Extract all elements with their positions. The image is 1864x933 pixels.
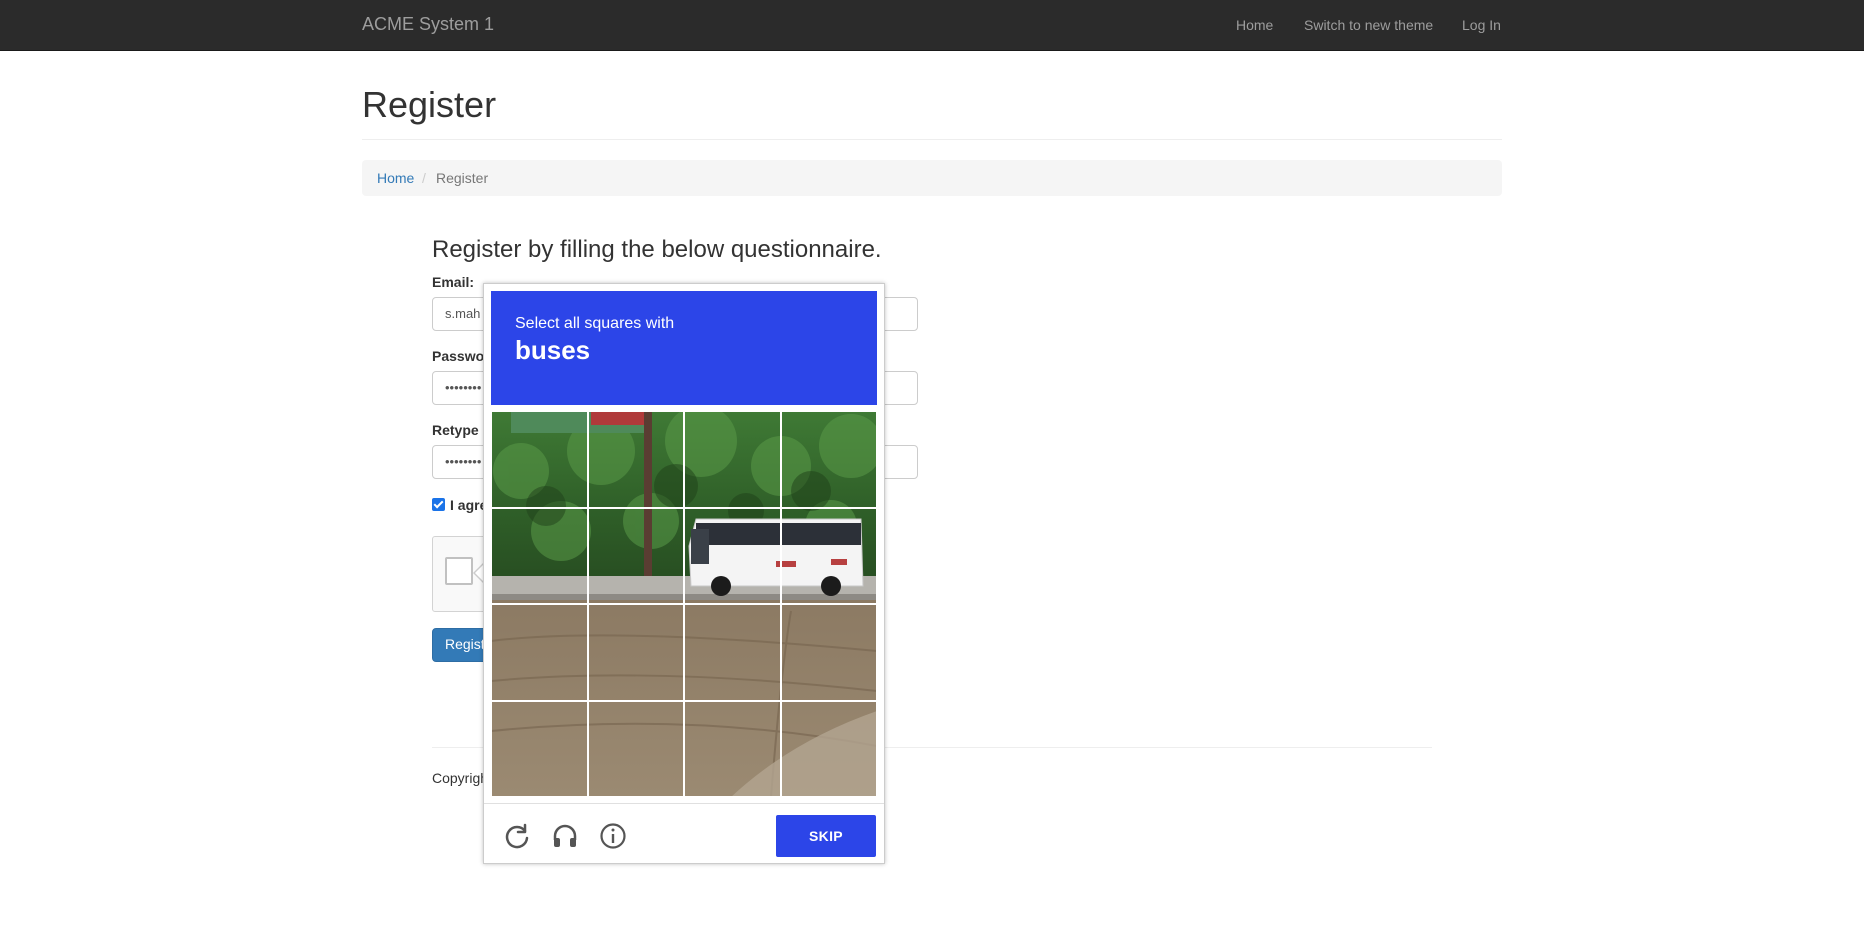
captcha-tile[interactable] — [491, 411, 588, 508]
captcha-instruction: Select all squares with — [515, 315, 675, 332]
nav-home-link[interactable]: Home — [1236, 17, 1273, 33]
agree-checkbox[interactable] — [432, 498, 445, 511]
headphones-icon[interactable] — [550, 821, 580, 851]
captcha-tile[interactable] — [587, 700, 684, 797]
captcha-tile[interactable] — [491, 700, 588, 797]
captcha-prompt: Select all squares with buses — [491, 291, 877, 405]
captcha-tile[interactable] — [780, 507, 877, 604]
breadcrumb: Home / Register — [362, 160, 1502, 196]
reload-icon[interactable] — [502, 821, 532, 851]
captcha-tile[interactable] — [684, 604, 781, 701]
top-navbar: ACME System 1 Home Switch to new theme L… — [0, 0, 1864, 51]
brand-link[interactable]: ACME System 1 — [362, 14, 494, 35]
captcha-tile[interactable] — [491, 604, 588, 701]
info-icon[interactable] — [598, 821, 628, 851]
skip-button[interactable]: SKIP — [776, 815, 876, 857]
page-title: Register — [362, 84, 497, 125]
captcha-tile[interactable] — [780, 411, 877, 508]
captcha-tile[interactable] — [780, 604, 877, 701]
form-heading: Register by filling the below questionna… — [432, 236, 882, 263]
nav-switch-theme-link[interactable]: Switch to new theme — [1304, 17, 1433, 33]
retype-password-label: Retype — [432, 422, 479, 438]
email-label: Email: — [432, 274, 475, 290]
captcha-tile[interactable] — [684, 700, 781, 797]
header-divider — [362, 139, 1502, 140]
nav-login-link[interactable]: Log In — [1462, 17, 1501, 33]
breadcrumb-home-link[interactable]: Home — [377, 170, 414, 186]
captcha-image-grid — [491, 411, 877, 797]
captcha-tile[interactable] — [491, 507, 588, 604]
captcha-tile[interactable] — [587, 411, 684, 508]
captcha-footer-divider — [484, 803, 884, 804]
password-label: Passwo — [432, 348, 485, 364]
captcha-target: buses — [515, 335, 591, 365]
recaptcha-checkbox[interactable] — [445, 557, 473, 585]
copyright-text: Copyrigh — [432, 770, 489, 786]
captcha-challenge-dialog: Select all squares with buses SKIP — [483, 283, 885, 864]
agree-label: I agre — [450, 497, 488, 513]
captcha-tile[interactable] — [587, 604, 684, 701]
captcha-tile[interactable] — [780, 700, 877, 797]
breadcrumb-current: Register — [436, 170, 489, 186]
breadcrumb-separator: / — [422, 170, 426, 186]
captcha-tile[interactable] — [587, 507, 684, 604]
captcha-tile[interactable] — [684, 507, 781, 604]
captcha-tile[interactable] — [684, 411, 781, 508]
